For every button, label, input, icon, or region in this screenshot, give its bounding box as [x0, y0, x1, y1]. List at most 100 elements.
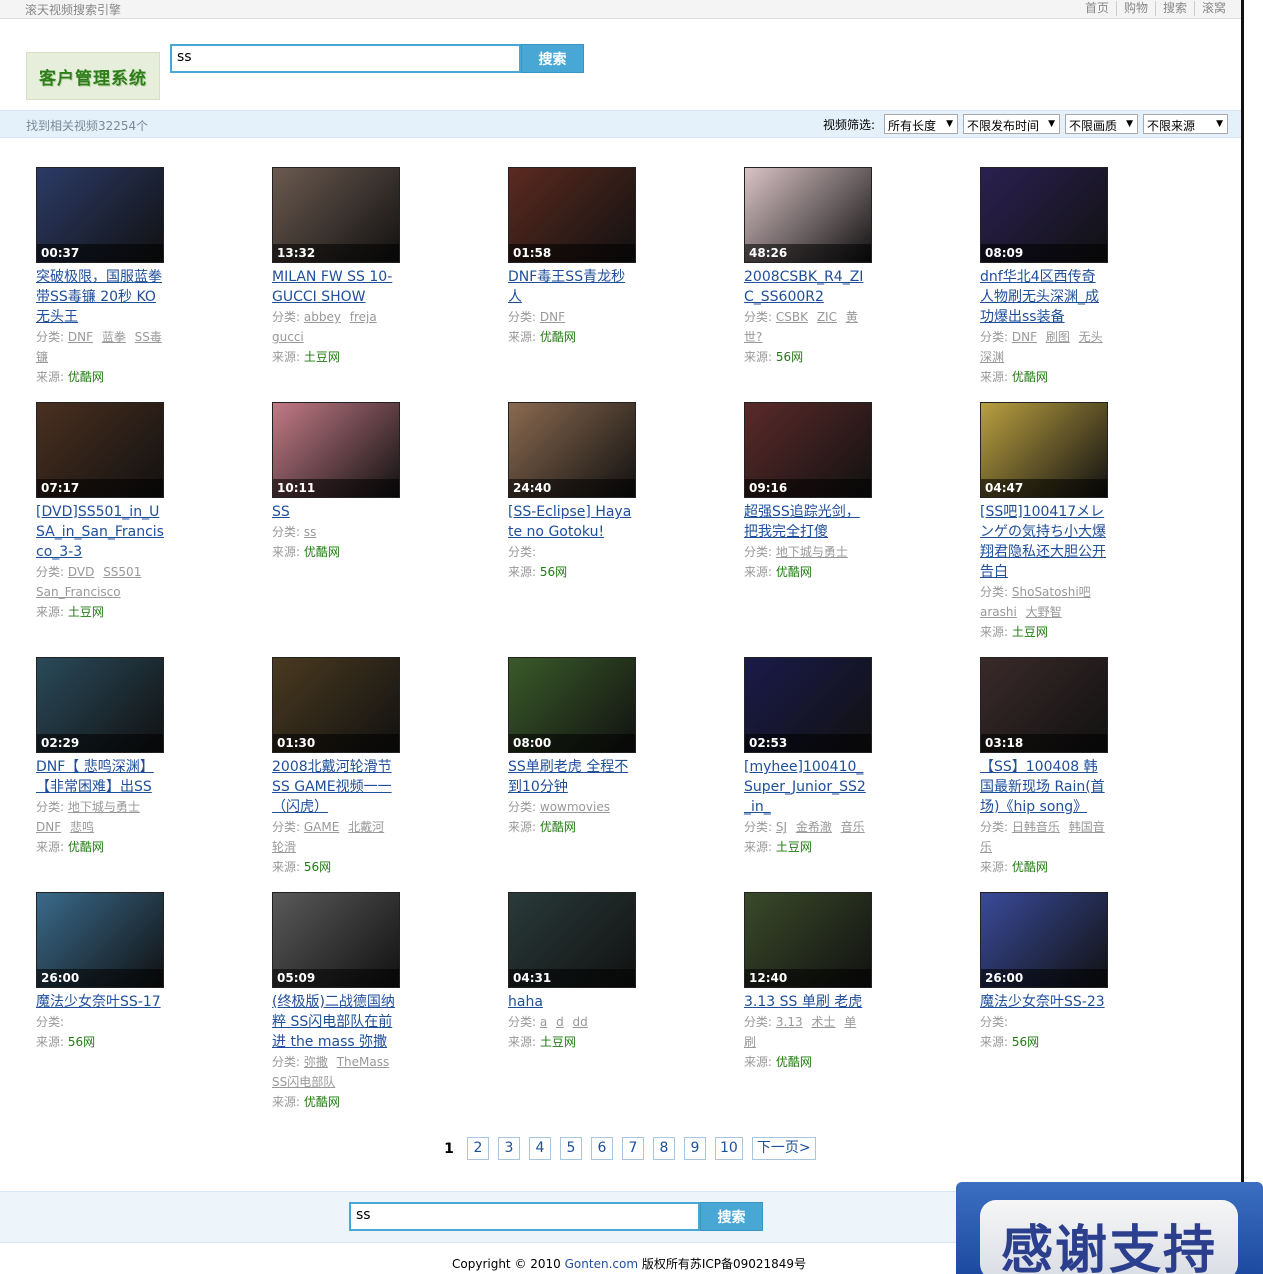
page-link[interactable]: 2 — [467, 1137, 489, 1160]
category-tag[interactable]: SJ — [776, 820, 787, 834]
source-name[interactable]: 土豆网 — [1012, 625, 1048, 639]
video-thumbnail[interactable]: 24:40 — [508, 402, 636, 498]
video-title-link[interactable]: 3.13 SS 单刷 老虎 — [744, 992, 872, 1012]
page-link[interactable]: 4 — [529, 1137, 551, 1160]
video-thumbnail[interactable]: 26:00 — [980, 892, 1108, 988]
source-name[interactable]: 优酷网 — [776, 1055, 812, 1069]
category-tag[interactable]: abbey — [304, 310, 341, 324]
video-title-link[interactable]: 突破极限，国服蓝拳带SS毒镰 20秒 KO无头王 — [36, 267, 164, 327]
category-tag[interactable]: 术士 — [811, 1015, 835, 1029]
source-name[interactable]: 土豆网 — [540, 1035, 576, 1049]
page-link[interactable]: 10 — [715, 1137, 743, 1160]
category-tag[interactable]: 蓝拳 — [102, 330, 126, 344]
source-name[interactable]: 优酷网 — [540, 820, 576, 834]
category-tag[interactable]: 弥撒 — [304, 1055, 328, 1069]
source-name[interactable]: 优酷网 — [776, 565, 812, 579]
source-filter-select[interactable]: 不限来源 ▼ — [1143, 114, 1228, 134]
source-name[interactable]: 56网 — [304, 860, 331, 874]
search-button-bottom[interactable]: 搜索 — [700, 1202, 763, 1231]
source-name[interactable]: 优酷网 — [540, 330, 576, 344]
time-filter-select[interactable]: 不限发布时间 ▼ — [963, 114, 1060, 134]
video-title-link[interactable]: haha — [508, 992, 636, 1012]
video-title-link[interactable]: (终极版)二战德国纳粹 SS闪电部队在前进 the mass 弥撒 — [272, 992, 400, 1052]
source-name[interactable]: 56网 — [540, 565, 567, 579]
category-tag[interactable]: GAME — [304, 820, 339, 834]
category-tag[interactable]: 日韩音乐 — [1012, 820, 1060, 834]
source-name[interactable]: 56网 — [776, 350, 803, 364]
category-tag[interactable]: a — [540, 1015, 547, 1029]
category-tag[interactable]: ShoSatoshi吧 — [1012, 585, 1091, 599]
search-input-bottom[interactable]: ss — [349, 1202, 700, 1231]
video-title-link[interactable]: 魔法少女奈叶SS-23 — [980, 992, 1108, 1012]
video-thumbnail[interactable]: 09:16 — [744, 402, 872, 498]
page-link[interactable]: 8 — [653, 1137, 675, 1160]
video-thumbnail[interactable]: 01:30 — [272, 657, 400, 753]
video-title-link[interactable]: 2008CSBK_R4_ZIC_SS600R2 — [744, 267, 872, 307]
video-thumbnail[interactable]: 02:53 — [744, 657, 872, 753]
category-tag[interactable]: 音乐 — [841, 820, 865, 834]
video-title-link[interactable]: dnf华北4区西传奇人物刷无头深渊_成功爆出ss装备 — [980, 267, 1108, 327]
video-title-link[interactable]: 超强SS追踪光剑，把我完全打傻 — [744, 502, 872, 542]
category-tag[interactable]: DNF — [540, 310, 565, 324]
category-tag[interactable]: DNF — [68, 330, 93, 344]
source-name[interactable]: 土豆网 — [304, 350, 340, 364]
category-tag[interactable]: d — [556, 1015, 564, 1029]
video-title-link[interactable]: 2008北戴河轮滑节SS GAME视频一一（闪虎） — [272, 757, 400, 817]
category-tag[interactable]: 悲鸣 — [70, 820, 94, 834]
video-title-link[interactable]: SS — [272, 502, 400, 522]
video-thumbnail[interactable]: 00:37 — [36, 167, 164, 263]
category-tag[interactable]: DVD — [68, 565, 94, 579]
video-thumbnail[interactable]: 08:00 — [508, 657, 636, 753]
video-title-link[interactable]: MILAN FW SS 10- GUCCI SHOW — [272, 267, 400, 307]
category-tag[interactable]: 大野智 — [1026, 605, 1062, 619]
video-title-link[interactable]: SS单刷老虎 全程不到10分钟 — [508, 757, 636, 797]
page-link[interactable]: 3 — [498, 1137, 520, 1160]
source-name[interactable]: 优酷网 — [1012, 860, 1048, 874]
category-tag[interactable]: wowmovies — [540, 800, 610, 814]
category-tag[interactable]: gucci — [272, 330, 304, 344]
nav-home[interactable]: 首页 — [1078, 1, 1116, 16]
category-tag[interactable]: 刷图 — [1046, 330, 1070, 344]
page-link[interactable]: 5 — [560, 1137, 582, 1160]
category-tag[interactable]: dd — [573, 1015, 588, 1029]
category-tag[interactable]: 北戴河 — [348, 820, 384, 834]
category-tag[interactable]: SS501 — [103, 565, 141, 579]
video-thumbnail[interactable]: 48:26 — [744, 167, 872, 263]
category-tag[interactable]: 3.13 — [776, 1015, 803, 1029]
video-thumbnail[interactable]: 05:09 — [272, 892, 400, 988]
category-tag[interactable]: San_Francisco — [36, 585, 121, 599]
category-tag[interactable]: 地下城与勇士 — [68, 800, 140, 814]
video-thumbnail[interactable]: 07:17 — [36, 402, 164, 498]
video-thumbnail[interactable]: 08:09 — [980, 167, 1108, 263]
source-name[interactable]: 土豆网 — [68, 605, 104, 619]
video-thumbnail[interactable]: 02:29 — [36, 657, 164, 753]
search-button[interactable]: 搜索 — [521, 44, 584, 73]
source-name[interactable]: 优酷网 — [304, 1095, 340, 1109]
page-link[interactable]: 7 — [622, 1137, 644, 1160]
video-title-link[interactable]: 【SS】100408 韩国最新现场 Rain(首场)《hip song》 — [980, 757, 1108, 817]
nav-nest[interactable]: 滚窝 — [1193, 1, 1233, 16]
quality-filter-select[interactable]: 不限画质 ▼ — [1065, 114, 1138, 134]
source-name[interactable]: 优酷网 — [1012, 370, 1048, 384]
length-filter-select[interactable]: 所有长度 ▼ — [884, 114, 958, 134]
category-tag[interactable]: SS闪电部队 — [272, 1075, 335, 1089]
nav-shopping[interactable]: 购物 — [1115, 1, 1155, 16]
category-tag[interactable]: 地下城与勇士 — [776, 545, 848, 559]
logo[interactable]: 客户管理系统 — [26, 52, 160, 100]
video-title-link[interactable]: [DVD]SS501_in_USA_in_San_Francisco_3-3 — [36, 502, 164, 562]
category-tag[interactable]: ss — [304, 525, 317, 539]
category-tag[interactable]: 金希澈 — [796, 820, 832, 834]
category-tag[interactable]: freja — [350, 310, 377, 324]
video-title-link[interactable]: [SS-Eclipse] Hayate no Gotoku! — [508, 502, 636, 542]
page-link[interactable]: 9 — [684, 1137, 706, 1160]
video-thumbnail[interactable]: 04:31 — [508, 892, 636, 988]
source-name[interactable]: 56网 — [1012, 1035, 1039, 1049]
source-name[interactable]: 优酷网 — [304, 545, 340, 559]
video-thumbnail[interactable]: 10:11 — [272, 402, 400, 498]
video-title-link[interactable]: [SS吧]100417メレンゲの気持ち小大爆翔君隐私还大胆公开告白 — [980, 502, 1108, 582]
search-input[interactable]: ss — [170, 44, 521, 73]
video-thumbnail[interactable]: 12:40 — [744, 892, 872, 988]
category-tag[interactable]: ZIC — [817, 310, 837, 324]
source-name[interactable]: 土豆网 — [776, 840, 812, 854]
video-thumbnail[interactable]: 03:18 — [980, 657, 1108, 753]
